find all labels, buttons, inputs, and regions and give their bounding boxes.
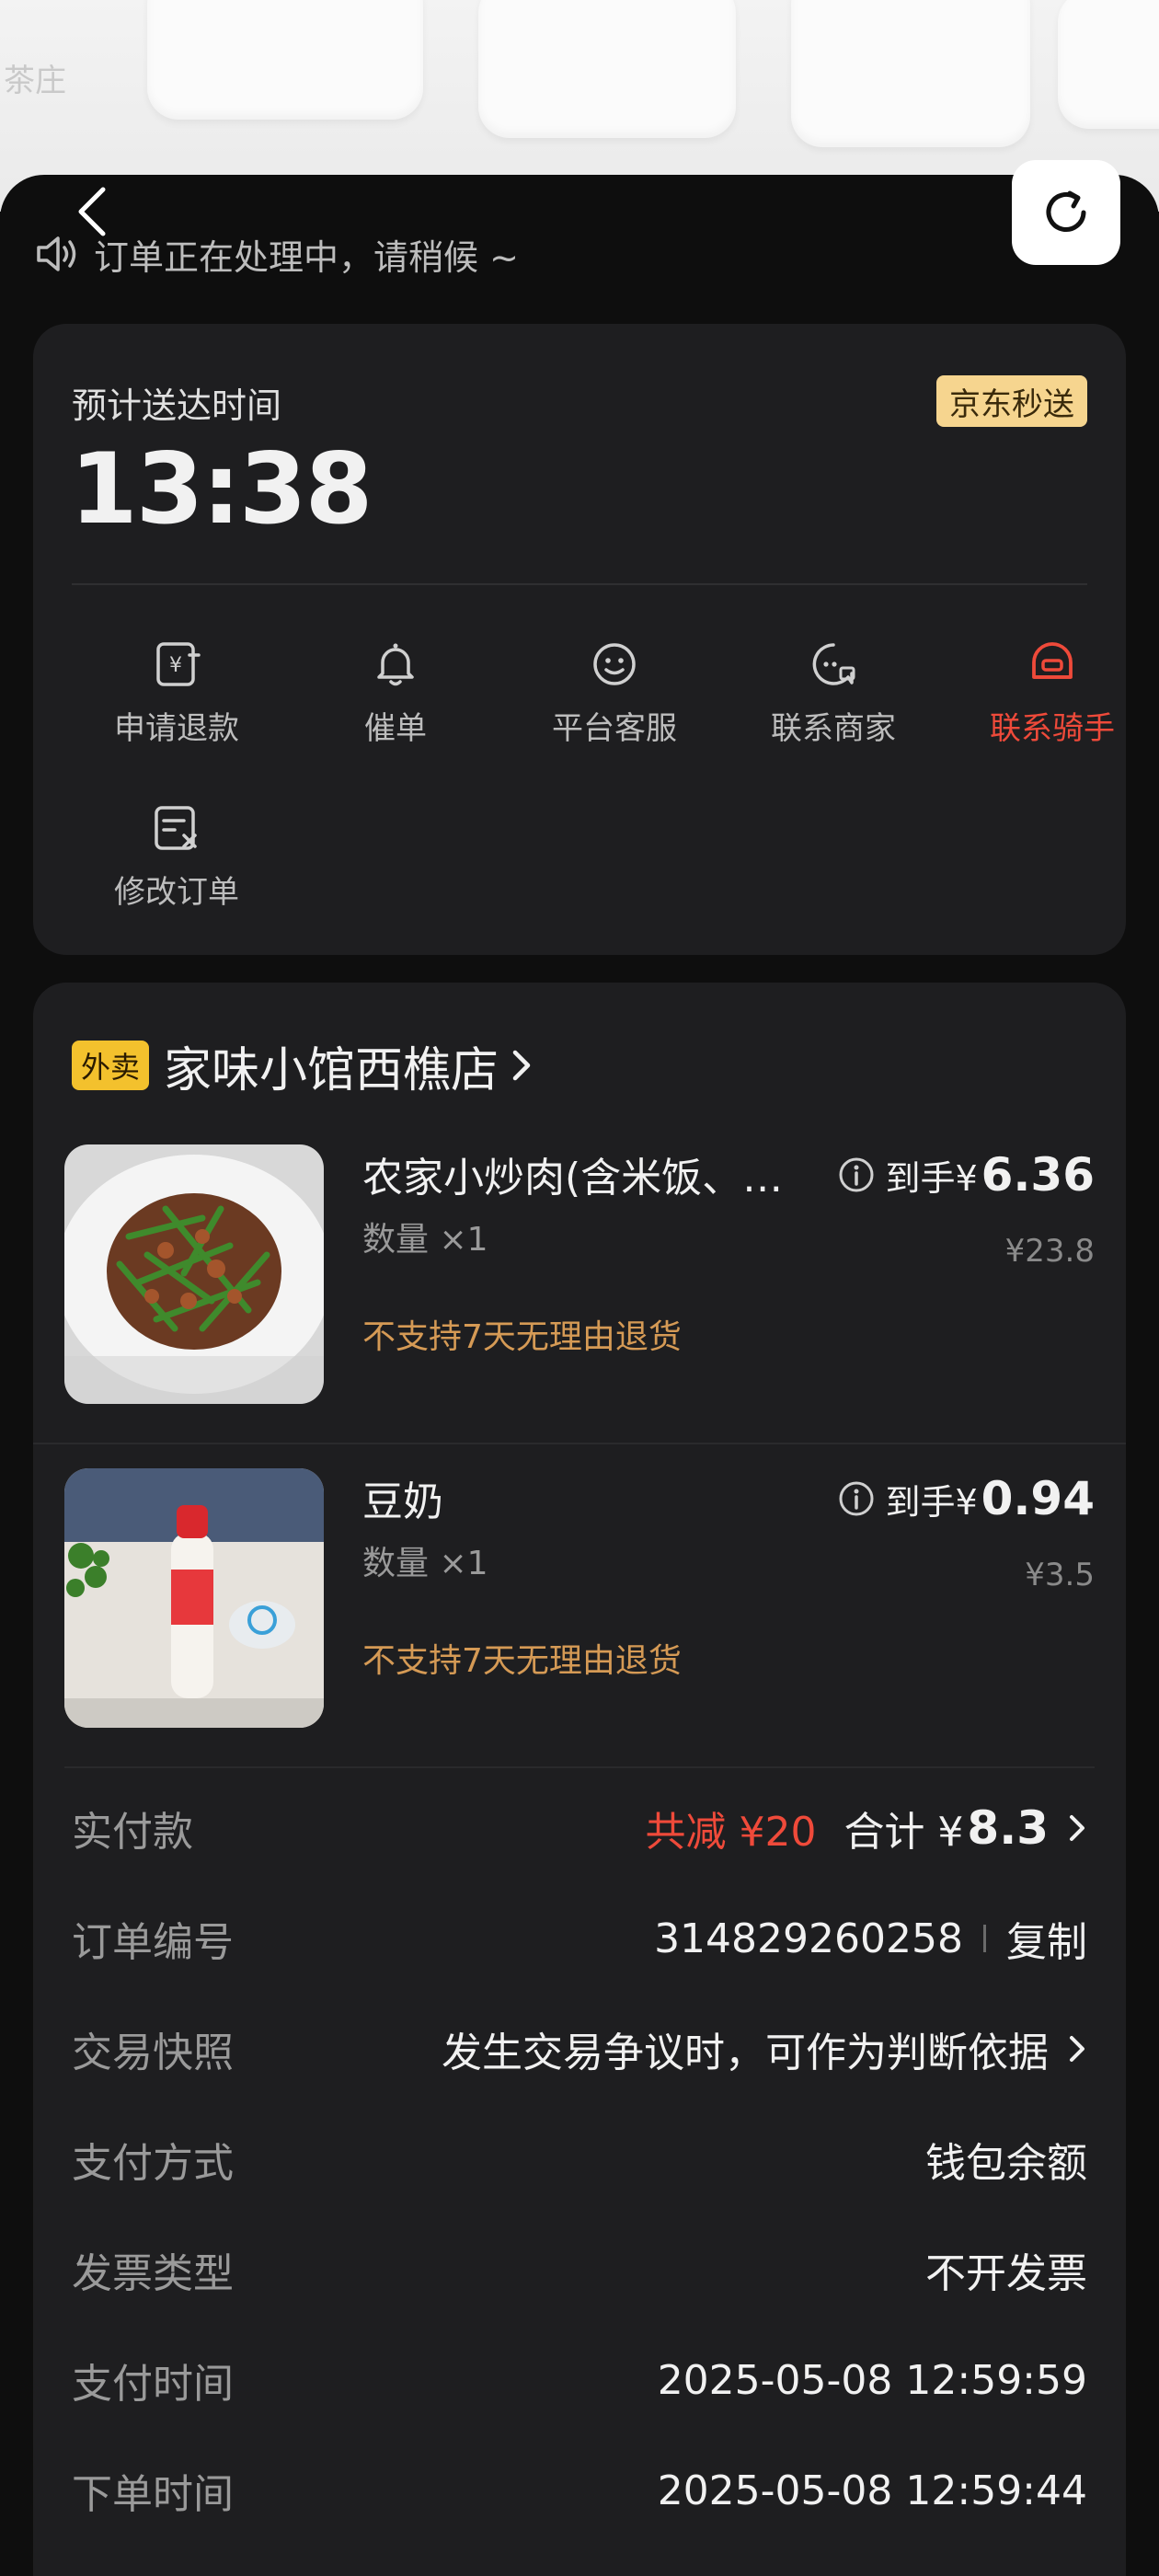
paid-label: 实付款 (72, 1809, 193, 1856)
service-icon (593, 643, 636, 685)
invoice-row: 发票类型 不开发票 (72, 2237, 1087, 2302)
price-prefix: 到手¥ (885, 1481, 978, 1523)
order-detail-card: 外卖 家味小馆西樵店 农家小炒肉(含米饭、… 数量 ×1 不支持7天无理由退货 … (33, 983, 1126, 2576)
product-quantity: 数量 ×1 (362, 1545, 488, 1582)
total-amount: 8.3 (967, 1801, 1049, 1855)
chevron-right-icon (1070, 1815, 1084, 1841)
speaker-icon (37, 236, 76, 271)
status-notice: 订单正在处理中，请稍候 ~ (35, 226, 519, 282)
service-badge: 京东秒送 (936, 375, 1087, 427)
final-price: 到手¥ 6.36 (837, 1148, 1095, 1202)
total-prefix: 合计 ¥ (843, 1809, 964, 1856)
divider (72, 583, 1087, 585)
return-policy: 不支持7天无理由退货 (362, 1642, 682, 1680)
pay-method-value: 钱包余额 (925, 2140, 1087, 2187)
order-time-value: 2025-05-08 12:59:44 (657, 2467, 1087, 2514)
bell-icon (377, 643, 414, 686)
action-label: 申请退款 (114, 710, 239, 747)
action-label: 催单 (364, 710, 427, 747)
shop-name: 家味小馆西樵店 (164, 1042, 499, 1098)
refresh-button[interactable] (1012, 160, 1120, 265)
modify-order-button[interactable]: 修改订单 (85, 800, 269, 912)
price-value: 0.94 (981, 1472, 1095, 1525)
order-number-row: 订单编号 314829260258 复制 (72, 1906, 1087, 1971)
product-image (64, 1468, 324, 1728)
action-label: 联系商家 (771, 710, 896, 747)
svg-text:¥: ¥ (169, 654, 182, 677)
original-price: ¥3.5 (1025, 1557, 1095, 1593)
price-value: 6.36 (981, 1148, 1095, 1202)
pay-time-value: 2025-05-08 12:59:59 (657, 2356, 1087, 2404)
payment-method-row: 支付方式 钱包余额 (72, 2127, 1087, 2191)
invoice-value: 不开发票 (925, 2250, 1087, 2297)
eta-time: 13:38 (70, 432, 373, 546)
info-icon[interactable] (837, 1479, 876, 1518)
delivery-card: 预计送达时间 13:38 京东秒送 ¥ 申请退款 催单 平台客服 联系商家 联系… (33, 324, 1126, 955)
chevron-right-icon (1070, 2036, 1084, 2062)
product-quantity: 数量 ×1 (362, 1221, 488, 1259)
edit-order-icon (155, 806, 197, 850)
rider-icon (1032, 642, 1073, 679)
refresh-icon (1046, 190, 1086, 232)
paid-amount-row[interactable]: 实付款 共减 ¥20 合计 ¥8.3 (72, 1796, 1087, 1860)
product-name: 豆奶 (362, 1478, 443, 1525)
order-no-label: 订单编号 (72, 1919, 234, 1966)
list-item[interactable]: 豆奶 数量 ×1 不支持7天无理由退货 到手¥ 0.94 ¥3.5 (33, 1468, 1126, 1772)
refund-icon: ¥ (156, 642, 201, 686)
contact-rider-button[interactable]: 联系骑手 (960, 637, 1144, 748)
urge-button[interactable]: 催单 (304, 637, 488, 748)
invoice-label: 发票类型 (72, 2250, 234, 2297)
eta-label: 预计送达时间 (72, 385, 282, 426)
merchant-icon (812, 643, 855, 685)
takeaway-tag: 外卖 (72, 1041, 150, 1090)
product-image (64, 1144, 324, 1404)
order-number: 314829260258 (654, 1915, 963, 1962)
discount-amount: 共减 ¥20 (645, 1809, 817, 1856)
pay-method-label: 支付方式 (72, 2140, 234, 2187)
price-prefix: 到手¥ (885, 1157, 978, 1199)
chevron-right-icon (512, 1050, 531, 1081)
action-label: 平台客服 (552, 710, 677, 747)
divider (33, 1443, 1126, 1444)
return-policy: 不支持7天无理由退货 (362, 1318, 682, 1356)
refund-button[interactable]: ¥ 申请退款 (85, 637, 269, 748)
action-label: 修改订单 (114, 874, 239, 911)
pay-time-label: 支付时间 (72, 2361, 234, 2408)
snapshot-value: 发生交易争议时，可作为判断依据 (442, 2030, 1049, 2076)
separator (983, 1925, 986, 1952)
snapshot-label: 交易快照 (72, 2030, 234, 2076)
snapshot-row[interactable]: 交易快照 发生交易争议时，可作为判断依据 (72, 2017, 1087, 2081)
list-item[interactable]: 农家小炒肉(含米饭、… 数量 ×1 不支持7天无理由退货 到手¥ 6.36 ¥23… (33, 1144, 1126, 1448)
info-icon[interactable] (837, 1156, 876, 1194)
order-time-label: 下单时间 (72, 2471, 234, 2518)
action-label: 联系骑手 (990, 710, 1115, 747)
original-price: ¥23.8 (1004, 1233, 1095, 1270)
copy-button[interactable]: 复制 (1006, 1909, 1087, 1968)
product-name: 农家小炒肉(含米饭、… (362, 1155, 784, 1202)
customer-service-button[interactable]: 平台客服 (522, 637, 706, 748)
final-price: 到手¥ 0.94 (837, 1472, 1095, 1525)
shop-header[interactable]: 外卖 家味小馆西樵店 (72, 1034, 535, 1098)
order-time-row: 下单时间 2025-05-08 12:59:44 (72, 2458, 1087, 2523)
divider (64, 1766, 1095, 1768)
map-shop-label: 茶庄 (4, 63, 66, 99)
pay-time-row: 支付时间 2025-05-08 12:59:59 (72, 2348, 1087, 2412)
contact-merchant-button[interactable]: 联系商家 (741, 637, 925, 748)
notice-text: 订单正在处理中，请稍候 ~ (94, 236, 519, 278)
